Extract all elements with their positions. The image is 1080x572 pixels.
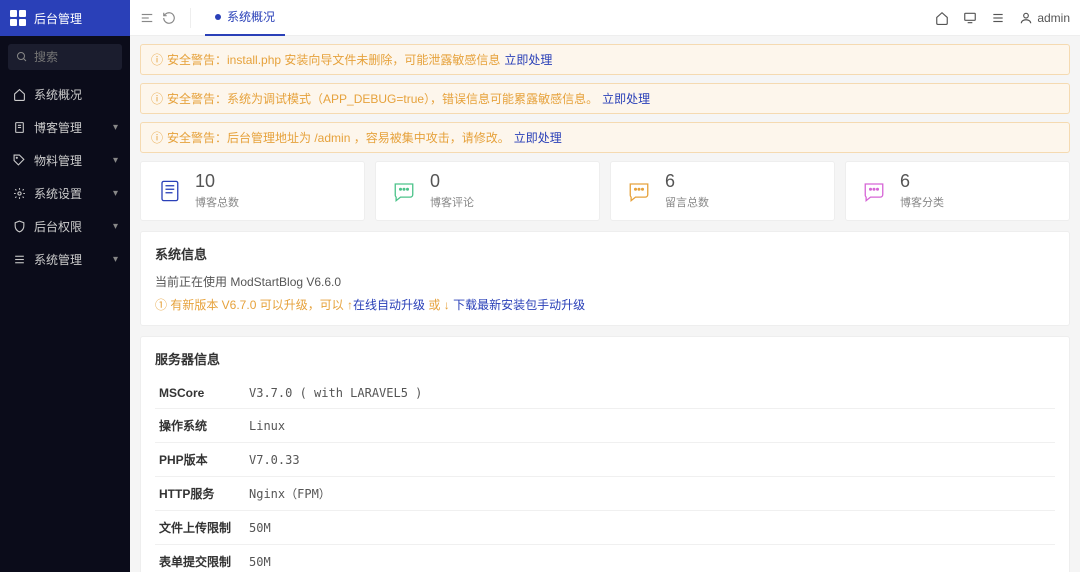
update-notice: ① 有新版本 V6.7.0 可以升级，可以 ↑在线自动升级 或 ↓ 下载最新安装…: [155, 296, 1055, 313]
row-key: 文件上传限制: [155, 511, 245, 545]
row-key: HTTP服务: [155, 477, 245, 511]
stat-icon: [390, 177, 418, 205]
stat-number: 6: [900, 172, 944, 190]
sidebar-search[interactable]: [8, 44, 122, 70]
stat-label: 留言总数: [665, 194, 709, 210]
stat-card-1[interactable]: 0 博客评论: [375, 161, 600, 221]
home-icon[interactable]: [935, 11, 949, 25]
stats-row: 10 博客总数 0 博客评论 6 留言总数 6 博客分类: [140, 161, 1070, 221]
row-value: V3.7.0 ( with LARAVEL5 ): [245, 378, 1055, 409]
brand-header[interactable]: 后台管理: [0, 0, 130, 36]
stat-card-3[interactable]: 6 博客分类: [845, 161, 1070, 221]
row-value: 50M: [245, 511, 1055, 545]
sidebar-item-4[interactable]: 后台权限 ▾: [0, 210, 130, 243]
tab-label: 系统概况: [227, 8, 275, 25]
user-menu[interactable]: admin: [1019, 11, 1070, 25]
system-info-panel: 系统信息 当前正在使用 ModStartBlog V6.6.0 ① 有新版本 V…: [140, 231, 1070, 326]
grid-icon: [10, 10, 26, 26]
table-row: 表单提交限制50M: [155, 545, 1055, 572]
stat-icon: [155, 177, 183, 205]
stat-label: 博客总数: [195, 194, 239, 210]
user-name: admin: [1037, 11, 1070, 25]
row-value: 50M: [245, 545, 1055, 572]
stat-number: 0: [430, 172, 474, 190]
stat-label: 博客分类: [900, 194, 944, 210]
stat-number: 6: [665, 172, 709, 190]
stat-icon: [860, 177, 888, 205]
row-value: V7.0.33: [245, 443, 1055, 477]
row-value: Nginx（FPM）: [245, 477, 1055, 511]
update-online-link[interactable]: 在线自动升级: [353, 298, 425, 312]
row-value: Linux: [245, 409, 1055, 443]
list-icon[interactable]: [991, 11, 1005, 25]
server-info-table: MSCoreV3.7.0 ( with LARAVEL5 )操作系统LinuxP…: [155, 378, 1055, 572]
stat-card-2[interactable]: 6 留言总数: [610, 161, 835, 221]
stat-icon: [625, 177, 653, 205]
sidebar-item-label: 系统设置: [34, 185, 82, 202]
chevron-down-icon: ▾: [113, 221, 118, 232]
table-row: PHP版本V7.0.33: [155, 443, 1055, 477]
alert-action-link[interactable]: 立即处理: [514, 129, 562, 146]
doc-icon: [12, 121, 26, 134]
tab-dot-icon: [215, 14, 221, 20]
warning-icon: ⓘ: [151, 129, 163, 146]
sidebar-item-1[interactable]: 博客管理 ▾: [0, 111, 130, 144]
server-info-title: 服务器信息: [155, 349, 1055, 368]
warning-icon: ⓘ: [151, 90, 163, 107]
tab-overview[interactable]: 系统概况: [205, 0, 285, 36]
sidebar-item-label: 系统管理: [34, 251, 82, 268]
sidebar-item-3[interactable]: 系统设置 ▾: [0, 177, 130, 210]
search-input[interactable]: [34, 50, 114, 64]
alert-1: ⓘ安全警告：系统为调试模式（APP_DEBUG=true），错误信息可能累露敏感…: [140, 83, 1070, 114]
table-row: 操作系统Linux: [155, 409, 1055, 443]
sidebar-item-2[interactable]: 物料管理 ▾: [0, 144, 130, 177]
brand-title: 后台管理: [34, 10, 82, 27]
row-key: 表单提交限制: [155, 545, 245, 572]
table-row: 文件上传限制50M: [155, 511, 1055, 545]
row-key: MSCore: [155, 378, 245, 409]
alert-action-link[interactable]: 立即处理: [602, 90, 650, 107]
stat-label: 博客评论: [430, 194, 474, 210]
alert-text: 安全警告：后台管理地址为 /admin ，容易被集中攻击，请修改。: [167, 129, 510, 146]
table-row: MSCoreV3.7.0 ( with LARAVEL5 ): [155, 378, 1055, 409]
table-row: HTTP服务Nginx（FPM）: [155, 477, 1055, 511]
system-info-title: 系统信息: [155, 244, 1055, 263]
sidebar-item-label: 系统概况: [34, 86, 82, 103]
topbar: 系统概况 admin: [130, 0, 1080, 36]
sidebar-item-5[interactable]: 系统管理 ▾: [0, 243, 130, 276]
user-icon: [1019, 11, 1033, 25]
bars-icon: [12, 253, 26, 266]
stat-number: 10: [195, 172, 239, 190]
chevron-down-icon: ▾: [113, 254, 118, 265]
refresh-icon[interactable]: [162, 11, 176, 25]
alert-0: ⓘ安全警告：install.php 安装向导文件未删除，可能泄露敏感信息 立即处…: [140, 44, 1070, 75]
row-key: 操作系统: [155, 409, 245, 443]
sidebar-item-label: 后台权限: [34, 218, 82, 235]
tag-icon: [12, 154, 26, 167]
shield-icon: [12, 220, 26, 233]
sidebar-item-label: 物料管理: [34, 152, 82, 169]
stat-card-0[interactable]: 10 博客总数: [140, 161, 365, 221]
row-key: PHP版本: [155, 443, 245, 477]
alert-text: 安全警告：install.php 安装向导文件未删除，可能泄露敏感信息: [167, 51, 500, 68]
alert-2: ⓘ安全警告：后台管理地址为 /admin ，容易被集中攻击，请修改。 立即处理: [140, 122, 1070, 153]
chevron-down-icon: ▾: [113, 122, 118, 133]
home-icon: [12, 88, 26, 101]
alert-action-link[interactable]: 立即处理: [504, 51, 552, 68]
monitor-icon[interactable]: [963, 11, 977, 25]
search-icon: [16, 51, 28, 63]
sidebar-item-0[interactable]: 系统概况: [0, 78, 130, 111]
gear-icon: [12, 187, 26, 200]
menu-collapse-icon[interactable]: [140, 11, 154, 25]
server-info-panel: 服务器信息 MSCoreV3.7.0 ( with LARAVEL5 )操作系统…: [140, 336, 1070, 572]
chevron-down-icon: ▾: [113, 155, 118, 166]
chevron-down-icon: ▾: [113, 188, 118, 199]
sidebar: 后台管理 系统概况博客管理 ▾ 物料管理 ▾ 系统设置 ▾ 后台权限 ▾ 系统管理 ▾: [0, 0, 130, 572]
warning-icon: ⓘ: [151, 51, 163, 68]
main-content: ⓘ安全警告：install.php 安装向导文件未删除，可能泄露敏感信息 立即处…: [130, 36, 1080, 572]
sidebar-item-label: 博客管理: [34, 119, 82, 136]
update-download-link[interactable]: 下载最新安装包手动升级: [453, 298, 585, 312]
alert-text: 安全警告：系统为调试模式（APP_DEBUG=true），错误信息可能累露敏感信…: [167, 90, 598, 107]
system-version: 当前正在使用 ModStartBlog V6.6.0: [155, 273, 1055, 290]
